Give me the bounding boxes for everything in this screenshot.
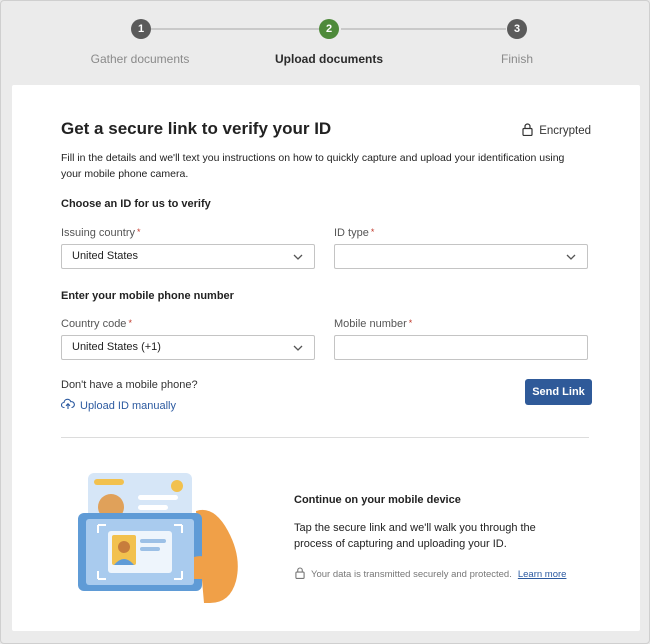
step-1-circle: 1	[131, 19, 151, 39]
verification-card: Get a secure link to verify your ID Encr…	[12, 85, 640, 631]
chevron-down-icon	[293, 345, 303, 351]
secure-note: Your data is transmitted securely and pr…	[295, 567, 566, 582]
step-1-label: Gather documents	[90, 52, 190, 66]
id-type-select[interactable]	[334, 244, 588, 269]
country-code-value: United States (+1)	[72, 341, 161, 353]
page-frame: 1 Gather documents 2 Upload documents 3 …	[0, 0, 650, 644]
chevron-down-icon	[566, 254, 576, 260]
issuing-country-select[interactable]: United States	[61, 244, 315, 269]
upload-id-manually-link[interactable]: Upload ID manually	[60, 398, 176, 413]
issuing-country-label: Issuing country *	[61, 227, 141, 239]
country-code-label: Country code *	[61, 318, 132, 330]
phone-id-illustration	[76, 473, 246, 603]
section-divider	[61, 437, 589, 438]
step-2-circle: 2	[319, 19, 339, 39]
cloud-upload-icon	[60, 398, 75, 413]
step-connector-1	[151, 28, 319, 30]
mobile-number-label: Mobile number *	[334, 318, 413, 330]
lock-icon	[295, 567, 305, 582]
encrypted-badge: Encrypted	[522, 123, 591, 139]
issuing-country-value: United States	[72, 250, 139, 262]
step-2-label: Upload documents	[274, 52, 383, 66]
encrypted-label: Encrypted	[539, 125, 591, 137]
secure-note-text: Your data is transmitted securely and pr…	[311, 569, 512, 580]
step-connector-2	[341, 28, 506, 30]
id-type-label: ID type *	[334, 227, 375, 239]
send-link-button[interactable]: Send Link	[525, 379, 592, 405]
page-title: Get a secure link to verify your ID	[61, 119, 332, 138]
instructions-text: Fill in the details and we'll text you i…	[61, 152, 565, 180]
continue-body: Tap the secure link and we'll walk you t…	[294, 522, 536, 550]
id-section-heading: Choose an ID for us to verify	[61, 198, 211, 210]
progress-stepper: 1 Gather documents 2 Upload documents 3 …	[1, 1, 650, 85]
continue-heading: Continue on your mobile device	[294, 494, 461, 506]
mobile-number-input[interactable]	[334, 335, 588, 360]
learn-more-link[interactable]: Learn more	[518, 569, 567, 580]
phone-section-heading: Enter your mobile phone number	[61, 290, 234, 302]
upload-id-manually-label: Upload ID manually	[80, 399, 176, 412]
lock-icon	[522, 123, 533, 139]
step-3-circle: 3	[507, 19, 527, 39]
no-phone-text: Don't have a mobile phone?	[61, 379, 198, 391]
step-3-label: Finish	[500, 52, 533, 66]
chevron-down-icon	[293, 254, 303, 260]
country-code-select[interactable]: United States (+1)	[61, 335, 315, 360]
